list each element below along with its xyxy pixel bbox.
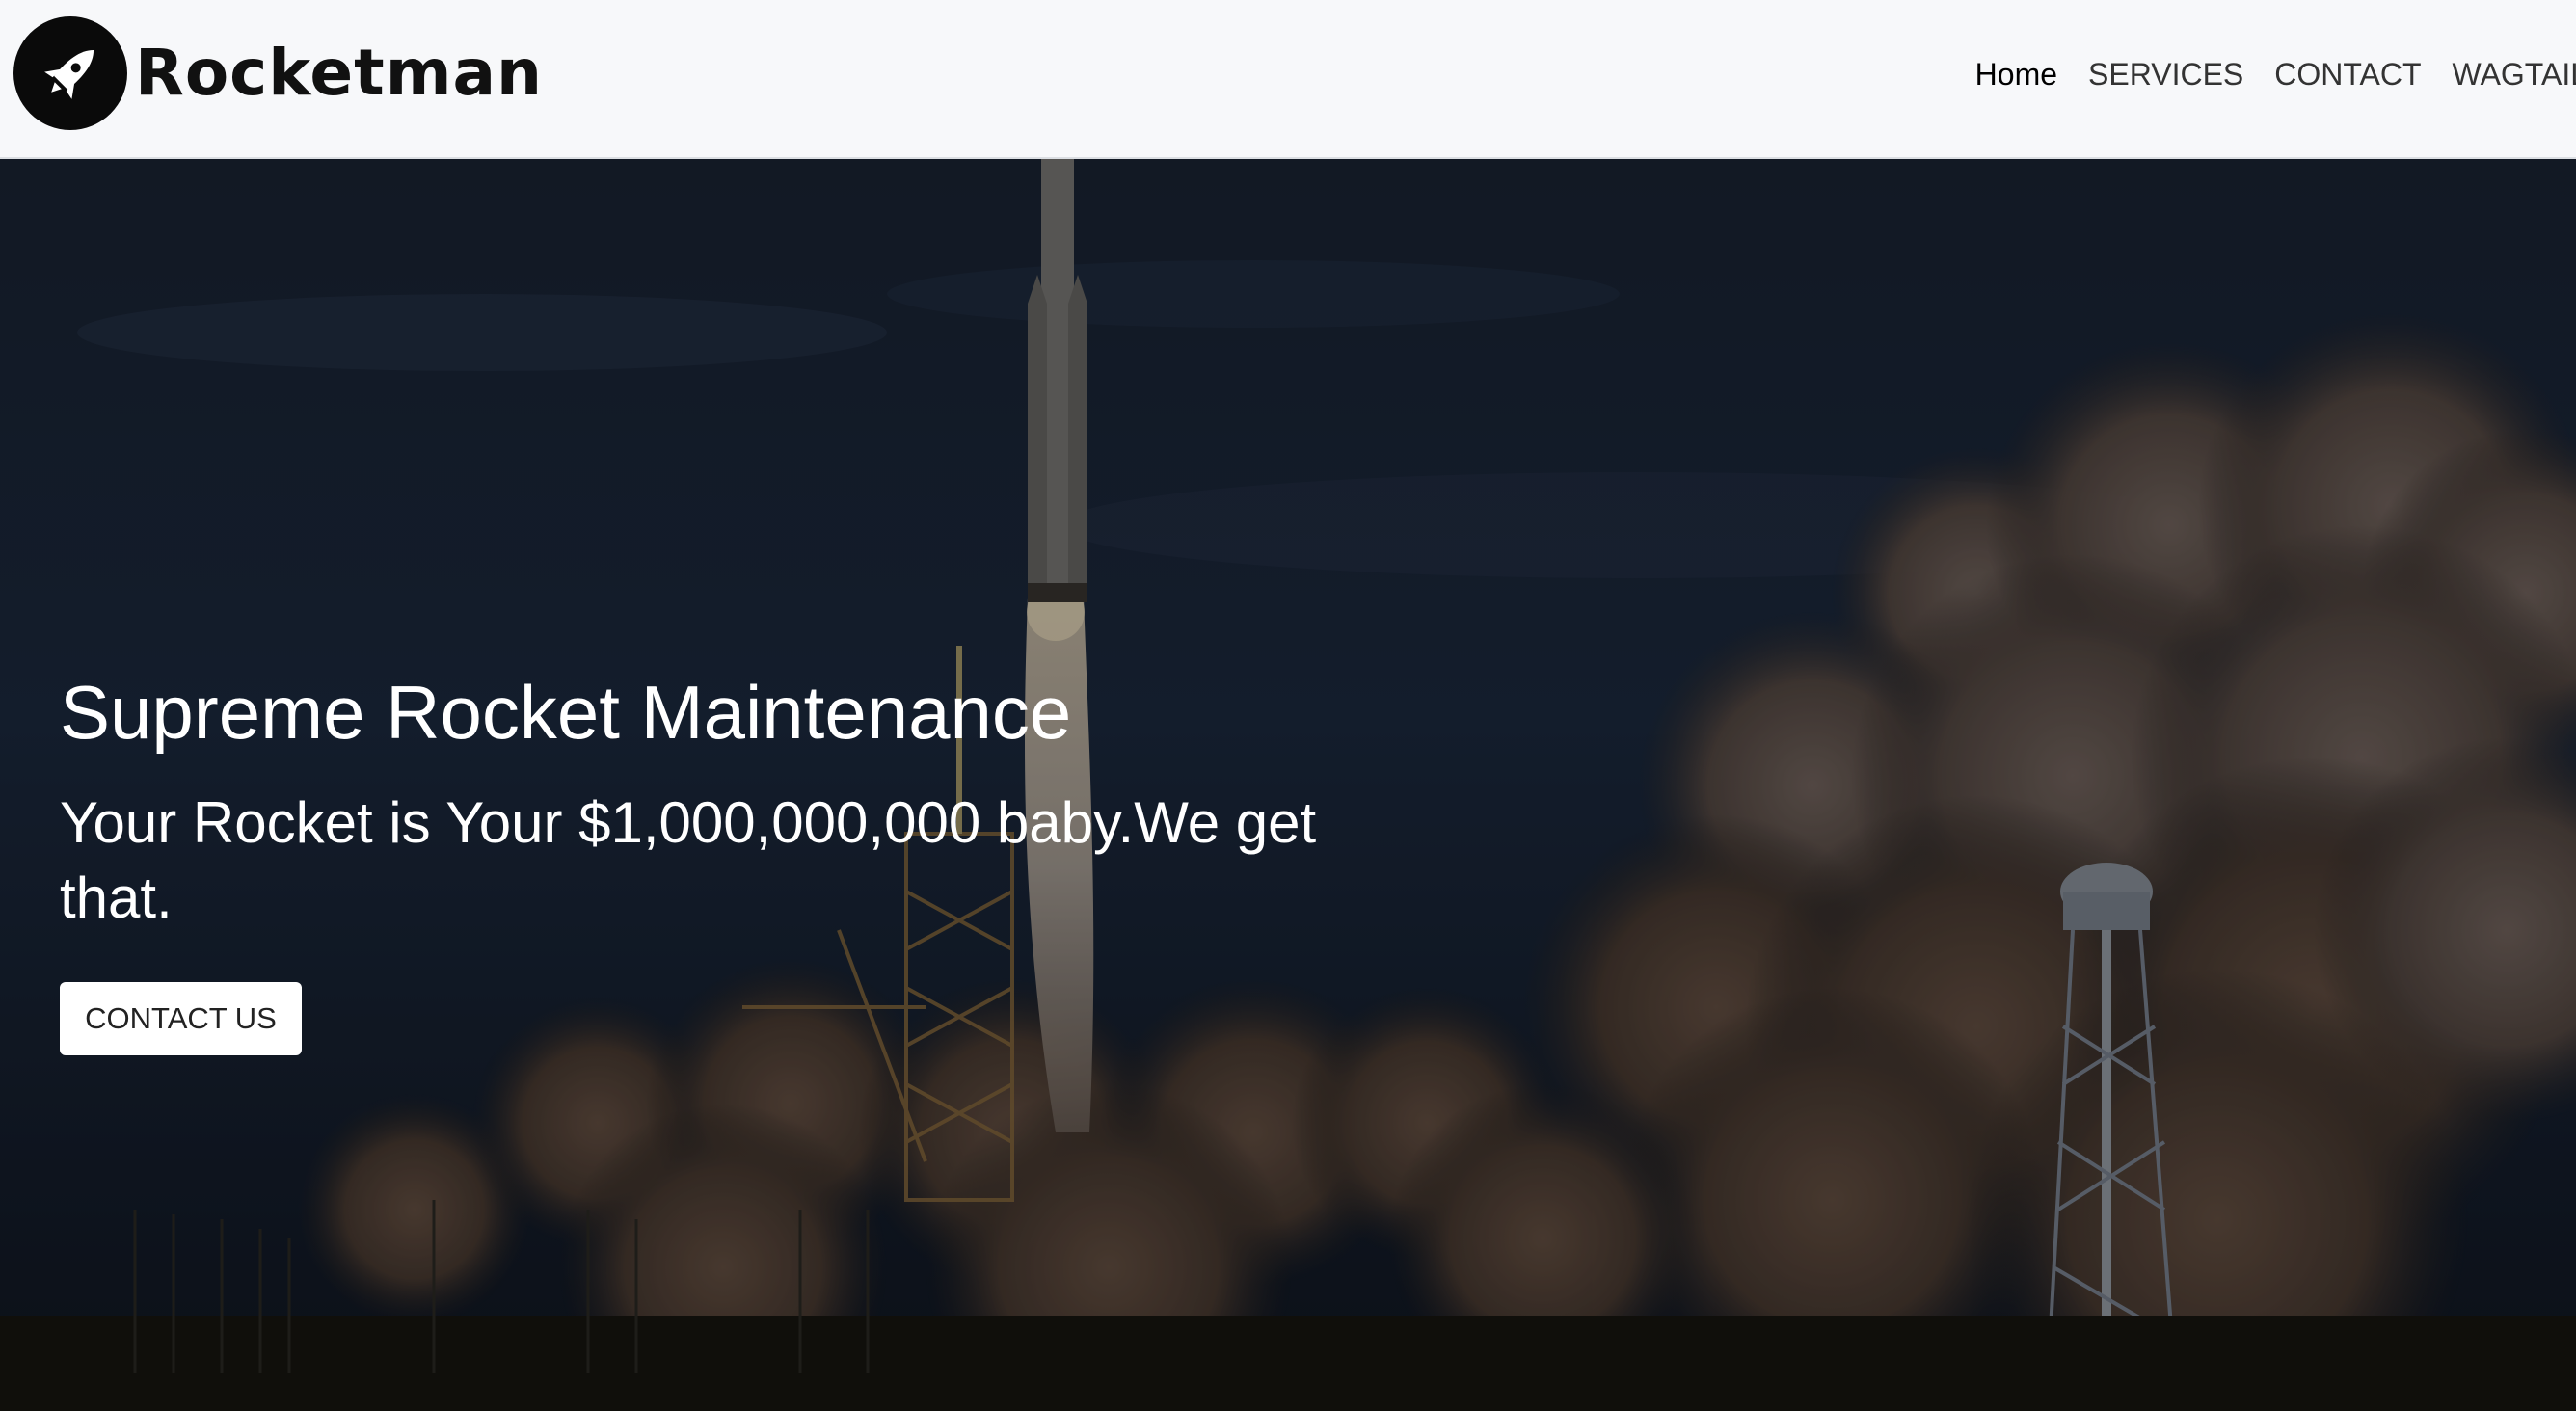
- nav-home[interactable]: Home: [1960, 57, 2073, 93]
- rocket-icon: [13, 16, 127, 130]
- nav-wagtail[interactable]: WAGTAIL: [2437, 57, 2576, 93]
- hero-title: Supreme Rocket Maintenance: [60, 670, 1072, 755]
- main-nav: Home SERVICES CONTACT WAGTAIL: [1960, 0, 2576, 149]
- hero-subtitle: Your Rocket is Your $1,000,000,000 baby.…: [60, 790, 1317, 930]
- contact-us-button[interactable]: CONTACT US: [60, 982, 302, 1055]
- navbar: Rocketman Home SERVICES CONTACT WAGTAIL: [0, 0, 2576, 159]
- brand-link[interactable]: Rocketman: [13, 15, 543, 131]
- nav-contact[interactable]: CONTACT: [2259, 57, 2436, 93]
- nav-services[interactable]: SERVICES: [2073, 57, 2259, 93]
- brand-name: Rocketman: [135, 36, 544, 110]
- hero-section: Supreme Rocket Maintenance Your Rocket i…: [0, 159, 2576, 1411]
